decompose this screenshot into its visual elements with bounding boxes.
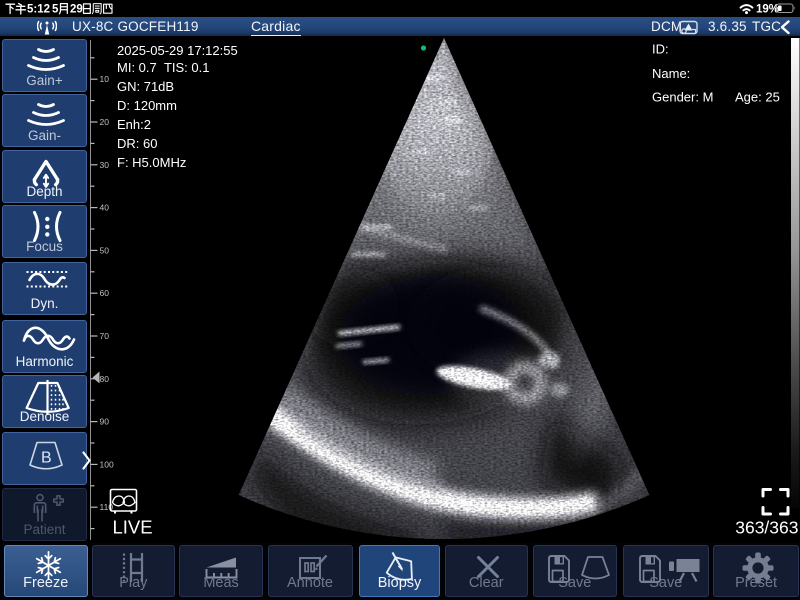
svg-text:5: 5 [52,4,59,16]
svg-text:29: 29 [70,4,83,16]
svg-text:ID:: ID: [652,42,669,57]
svg-text:Age: 25: Age: 25 [735,90,780,105]
svg-text:B: B [41,450,52,467]
svg-text:Gender: M: Gender: M [652,90,713,105]
svg-text:60: 60 [100,288,110,298]
svg-text:GN: 71dB: GN: 71dB [117,79,174,94]
svg-text:30: 30 [100,160,110,170]
svg-text:LIVE: LIVE [113,517,153,538]
svg-text:MI: 0.7 TIS: 0.1: MI: 0.7 TIS: 0.1 [117,60,209,75]
svg-text:363/363: 363/363 [735,518,798,538]
svg-text:D: 120mm: D: 120mm [117,98,177,113]
svg-text:F: H5.0MHz: F: H5.0MHz [117,155,186,170]
svg-text:DR: 60: DR: 60 [117,136,157,151]
svg-text:80: 80 [100,374,110,384]
svg-text:Enh:2: Enh:2 [117,117,151,132]
svg-text:40: 40 [100,203,110,213]
svg-text:20: 20 [100,117,110,127]
svg-text:50: 50 [100,245,110,255]
svg-text:100: 100 [100,459,114,469]
svg-text:Name:: Name: [652,66,690,81]
svg-text:19%: 19% [756,4,779,16]
svg-text:90: 90 [100,417,110,427]
svg-text:2025-05-29 17:12:55: 2025-05-29 17:12:55 [117,43,238,58]
svg-text:70: 70 [100,331,110,341]
svg-text:10: 10 [100,74,110,84]
svg-text:5:12: 5:12 [27,4,50,16]
